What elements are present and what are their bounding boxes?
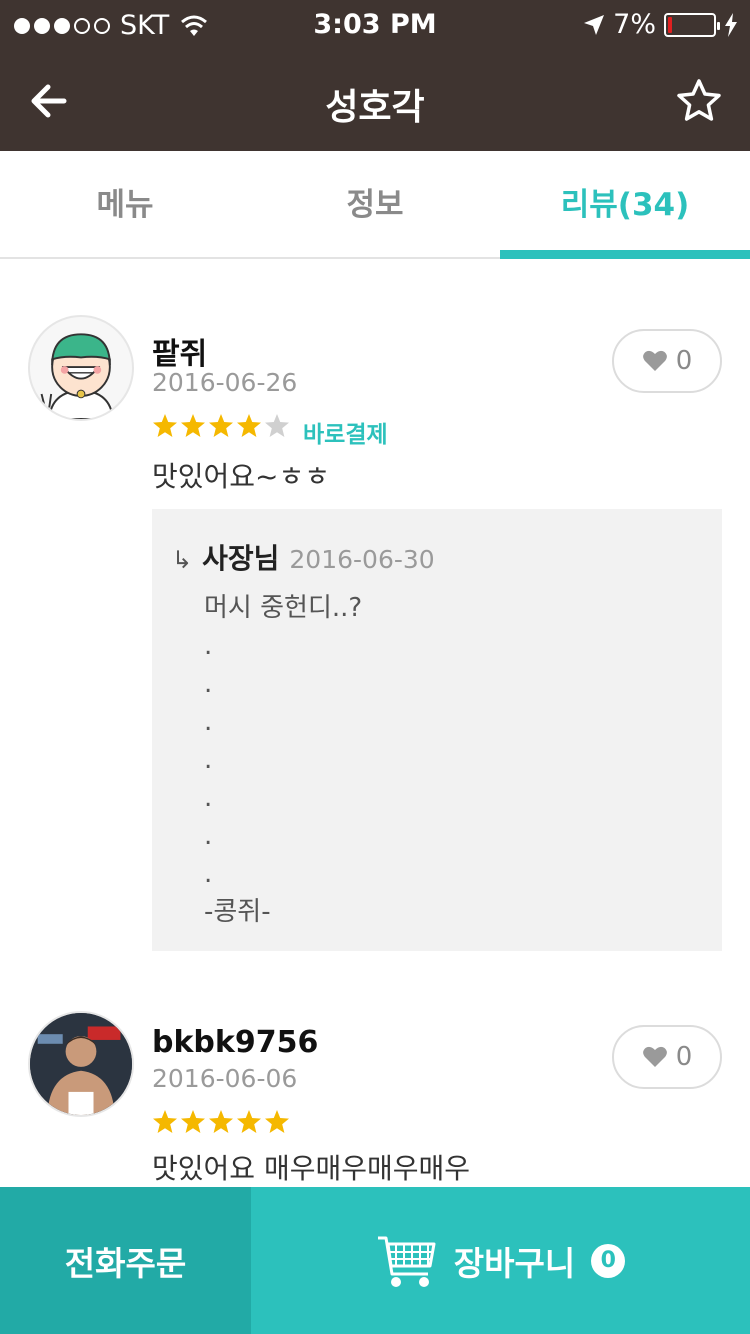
star-filled-icon (209, 414, 233, 437)
nav-bar: 성호각 (0, 50, 750, 151)
review-text: 맛있어요 매우매우매우매우 (152, 1152, 471, 1185)
star-filled-icon (237, 1110, 261, 1133)
reply-line: . (204, 783, 213, 813)
reply-line: . (204, 745, 213, 775)
favorite-star-icon[interactable] (674, 76, 724, 126)
star-filled-icon (181, 414, 205, 437)
charging-icon (725, 12, 737, 37)
top-bar: SKT 3:03 PM 7% 성호각 (0, 0, 750, 151)
reply-line: . (204, 631, 213, 661)
review-date: 2016-06-26 (152, 368, 298, 397)
reply-author: 사장님 (202, 542, 280, 575)
star-empty-icon (265, 414, 289, 437)
star-rating (152, 1109, 290, 1135)
reply-date: 2016-06-30 (289, 545, 435, 574)
tab-menu[interactable]: 메뉴 (0, 151, 250, 257)
star-filled-icon (153, 414, 177, 437)
tab-reviews[interactable]: 리뷰(34) (500, 151, 750, 259)
cart-label: 장바구니 (453, 1243, 576, 1283)
review-item: 팥쥐 2016-06-26 바로결제 맛있어요~ㅎㅎ 0 ↳ 사장님 2016-… (0, 259, 750, 979)
star-filled-icon (265, 1110, 289, 1133)
location-arrow-icon (584, 14, 605, 35)
star-filled-icon (181, 1110, 205, 1133)
phone-order-label: 전화주문 (64, 1243, 187, 1283)
like-button[interactable]: 0 (612, 329, 722, 393)
payment-badge: 바로결제 (303, 422, 388, 448)
heart-icon (642, 1046, 667, 1067)
like-count: 0 (675, 1042, 693, 1072)
shopping-cart-icon (377, 1236, 436, 1287)
review-author: bkbk9756 (152, 1025, 319, 1060)
tab-bar: 메뉴 정보 리뷰(34) (0, 151, 750, 259)
star-filled-icon (153, 1110, 177, 1133)
reply-line: . (204, 821, 213, 851)
status-bar: SKT 3:03 PM 7% (0, 0, 750, 50)
reply-line: -콩쥐- (204, 897, 271, 927)
tab-info[interactable]: 정보 (250, 151, 500, 257)
review-text: 맛있어요~ㅎㅎ (152, 460, 331, 493)
star-rating (152, 413, 290, 439)
review-author: 팥쥐 (152, 337, 208, 372)
owner-reply: ↳ 사장님 2016-06-30 머시 중헌디..? . . . . . . .… (152, 509, 722, 951)
cart-count-badge: 0 (591, 1243, 626, 1278)
bottom-action-bar: 전화주문 장바구니 0 (0, 1187, 750, 1334)
reply-line: . (204, 859, 213, 889)
reply-line: . (204, 669, 213, 699)
review-item: bkbk9756 2016-06-06 맛있어요 매우매우매우매우 0 (0, 979, 750, 1187)
like-count: 0 (675, 346, 693, 376)
reply-line: . (204, 707, 213, 737)
like-button[interactable]: 0 (612, 1025, 722, 1089)
heart-icon (642, 350, 667, 371)
avatar (28, 1011, 134, 1117)
review-date: 2016-06-06 (152, 1064, 298, 1093)
reply-arrow-icon: ↳ (172, 546, 193, 574)
star-filled-icon (209, 1110, 233, 1133)
reply-line: 머시 중헌디..? (204, 593, 363, 623)
avatar (28, 315, 134, 421)
battery-icon (664, 12, 720, 37)
reply-text: 머시 중헌디..? . . . . . . . -콩쥐- (204, 589, 362, 931)
cart-button[interactable]: 장바구니 0 (251, 1187, 750, 1334)
battery-percent: 7% (613, 9, 656, 40)
star-filled-icon (237, 414, 261, 437)
page-title: 성호각 (325, 87, 425, 128)
phone-order-button[interactable]: 전화주문 (0, 1187, 251, 1334)
